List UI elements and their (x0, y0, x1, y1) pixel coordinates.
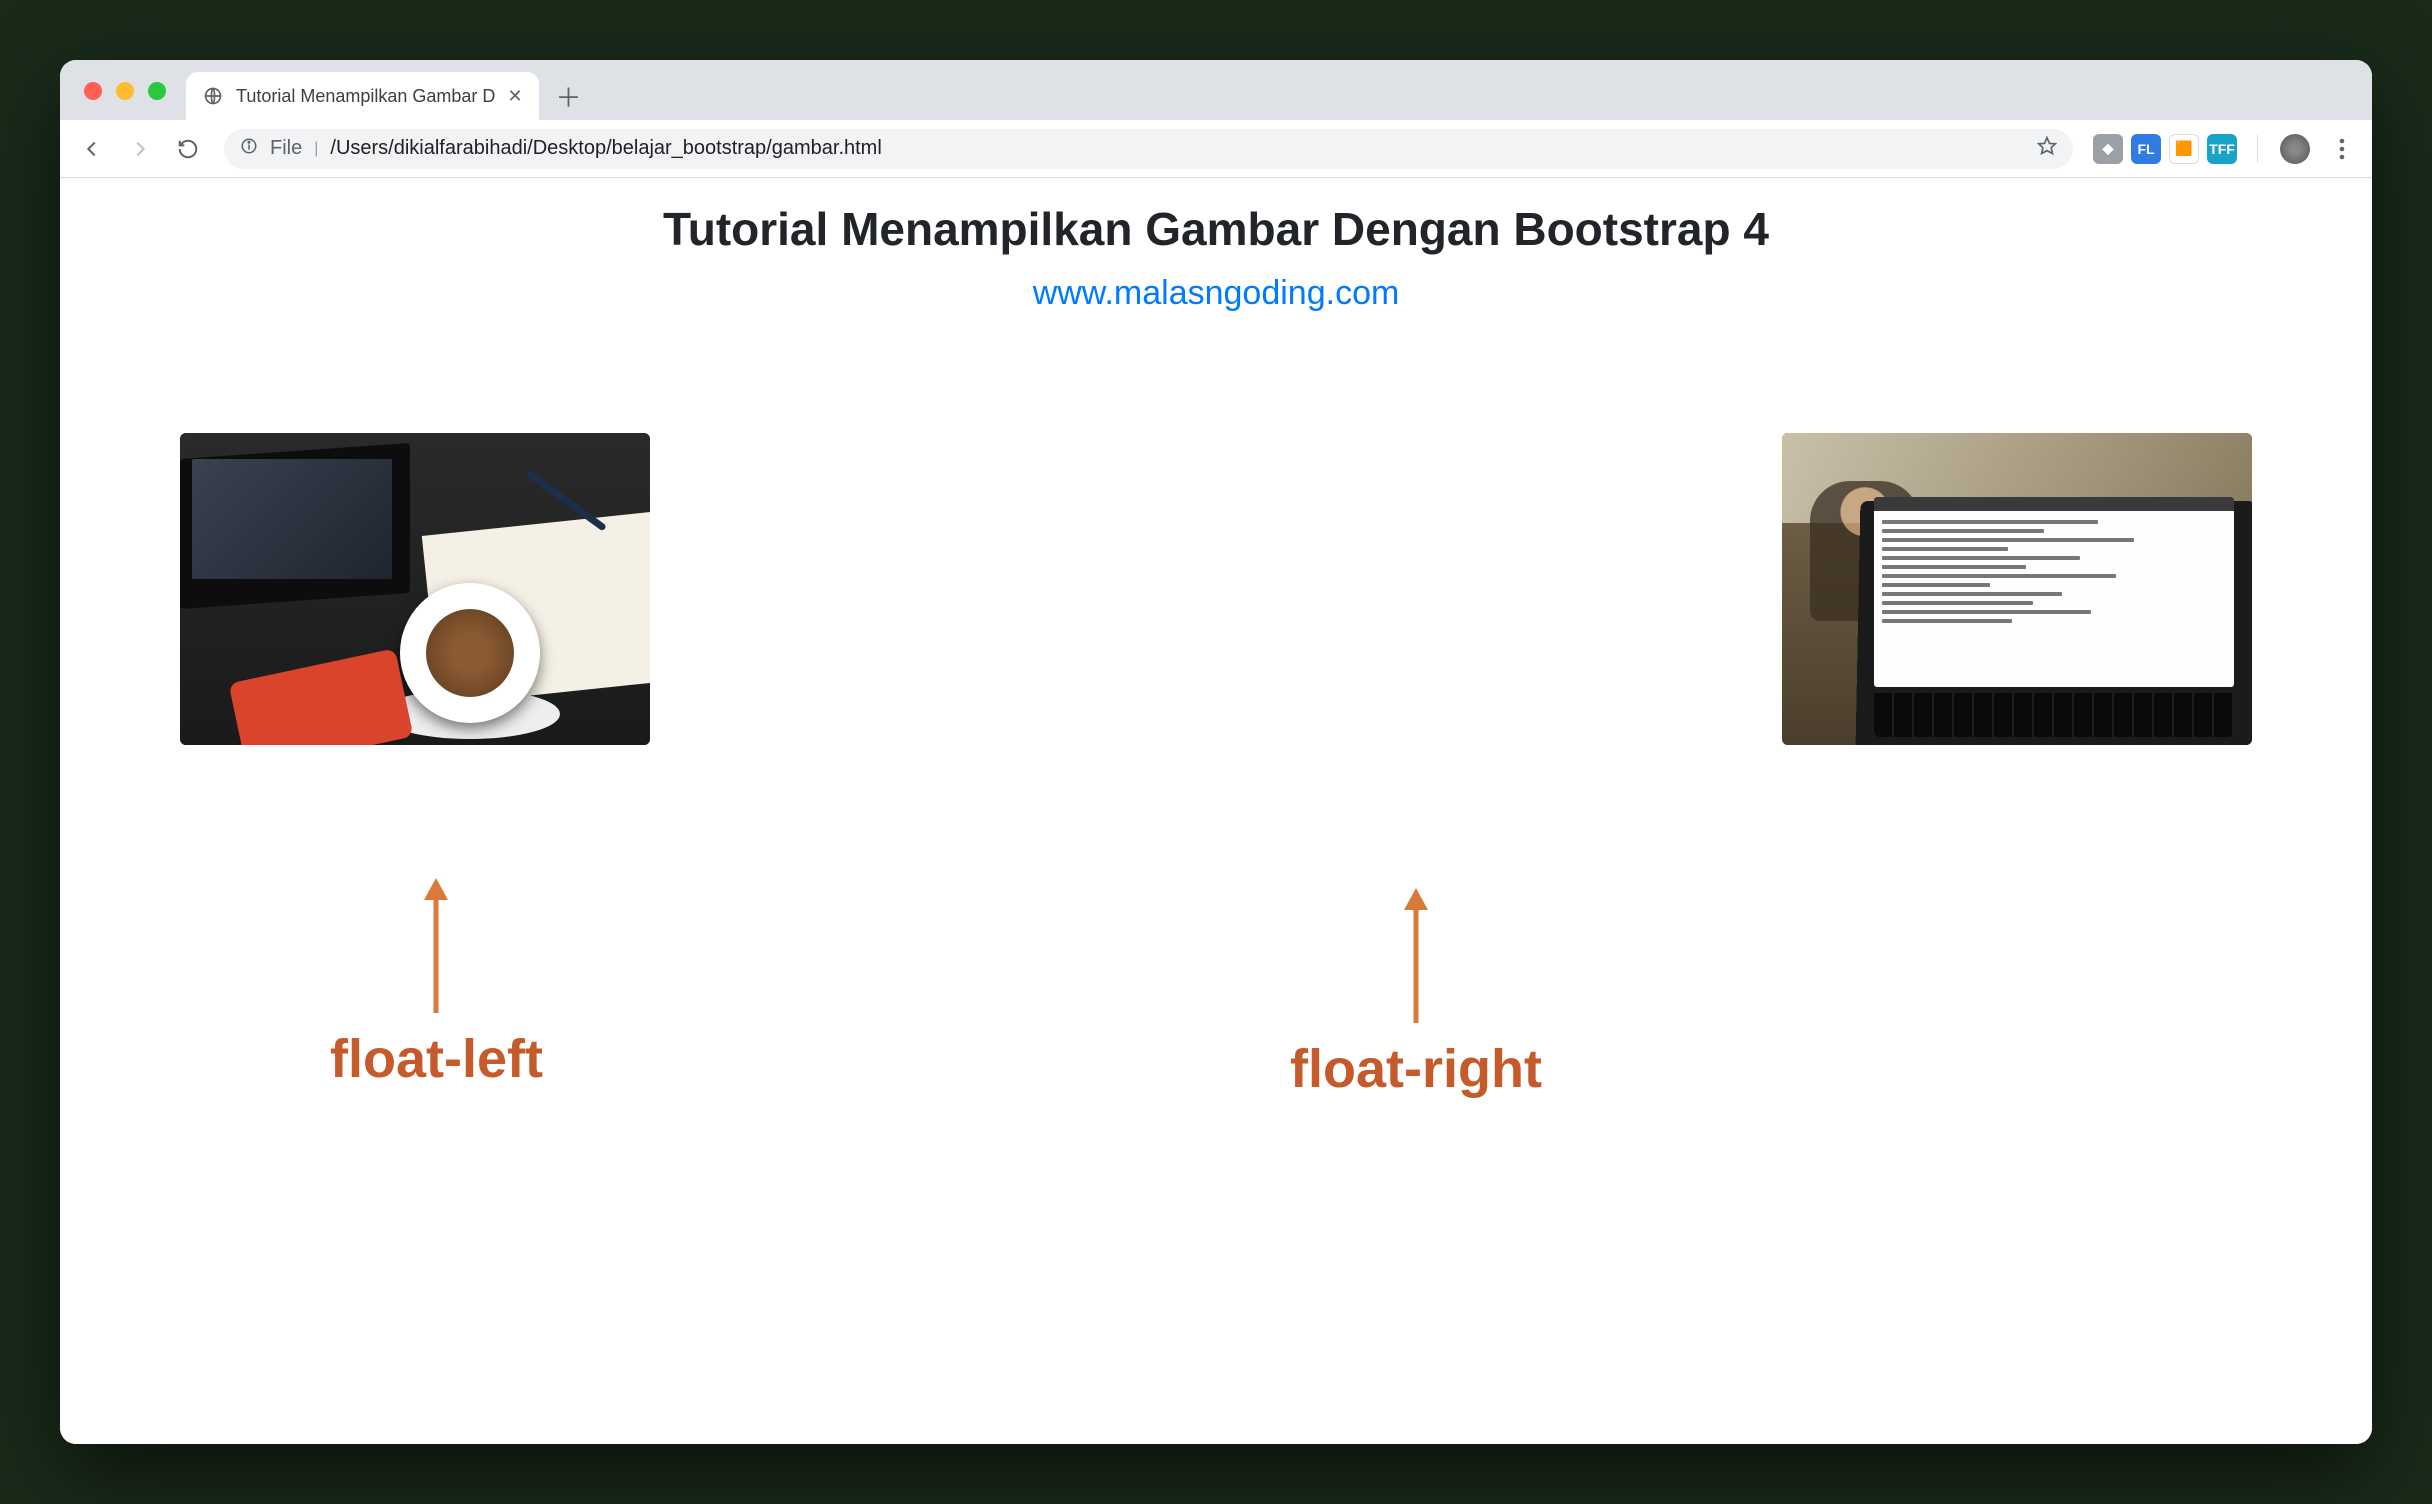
tab-title: Tutorial Menampilkan Gambar D (236, 86, 495, 107)
info-icon (240, 137, 258, 160)
window-controls (84, 82, 166, 100)
page-title: Tutorial Menampilkan Gambar Dengan Boots… (180, 202, 2252, 256)
page-content: Tutorial Menampilkan Gambar Dengan Boots… (60, 178, 2372, 1444)
image-row (180, 433, 2252, 793)
browser-toolbar: File | /Users/dikialfarabihadi/Desktop/b… (60, 120, 2372, 178)
toolbar-separator (2257, 135, 2258, 163)
ext-fl-icon[interactable]: FL (2131, 134, 2161, 164)
source-link[interactable]: www.malasngoding.com (1033, 274, 1400, 312)
address-bar[interactable]: File | /Users/dikialfarabihadi/Desktop/b… (224, 129, 2073, 169)
annotation-label-right: float-right (1290, 1038, 1542, 1100)
arrow-up-icon (406, 878, 466, 1018)
forward-button[interactable] (120, 129, 160, 169)
annotation-float-right: float-right (1290, 888, 1542, 1100)
reload-button[interactable] (168, 129, 208, 169)
extensions-area: ◆ FL 🟧 TFF (2089, 134, 2241, 164)
annotation-float-left: float-left (330, 878, 543, 1090)
new-tab-button[interactable]: ＋ (549, 76, 589, 116)
url-separator: | (314, 140, 318, 158)
tab-close-button[interactable]: ✕ (507, 86, 522, 107)
image-float-left (180, 433, 650, 745)
back-button[interactable] (72, 129, 112, 169)
image-float-right (1782, 433, 2252, 745)
tab-bar: Tutorial Menampilkan Gambar D ✕ ＋ (60, 60, 2372, 120)
ext-tff-icon[interactable]: TFF (2207, 134, 2237, 164)
page-subtitle: www.malasngoding.com (180, 274, 2252, 313)
url-text: /Users/dikialfarabihadi/Desktop/belajar_… (330, 137, 2025, 160)
profile-avatar[interactable] (2280, 134, 2310, 164)
bookmark-star-icon[interactable] (2037, 136, 2057, 161)
ext-diamond-icon[interactable]: ◆ (2093, 134, 2123, 164)
browser-menu-button[interactable] (2324, 138, 2360, 160)
browser-window: Tutorial Menampilkan Gambar D ✕ ＋ File |… (60, 60, 2372, 1444)
browser-tab[interactable]: Tutorial Menampilkan Gambar D ✕ (186, 72, 539, 120)
window-minimize-button[interactable] (116, 82, 134, 100)
arrow-up-icon (1386, 888, 1446, 1028)
ext-colorpick-icon[interactable]: 🟧 (2169, 134, 2199, 164)
annotation-label-left: float-left (330, 1028, 543, 1090)
window-zoom-button[interactable] (148, 82, 166, 100)
url-scheme: File (270, 137, 302, 160)
globe-icon (202, 85, 224, 107)
window-close-button[interactable] (84, 82, 102, 100)
